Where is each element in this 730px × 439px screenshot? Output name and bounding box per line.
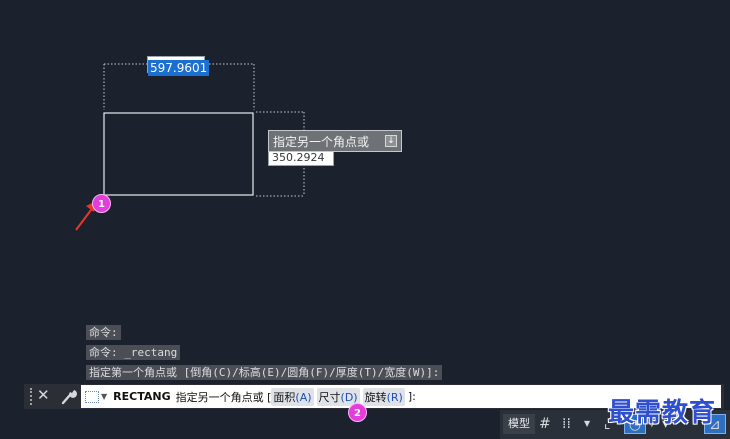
width-dynamic-input[interactable]: 597.9601 [147, 56, 210, 76]
history-line: 命令: _rectang [86, 345, 181, 360]
prompt-tooltip: 指定另一个角点或 ↓ [268, 130, 402, 152]
history-line: 命令: [86, 325, 121, 340]
width-value: 597.9601 [148, 60, 210, 76]
option-rotation[interactable]: 旋转(R) [362, 387, 405, 406]
step-badge-2: 2 [348, 403, 367, 422]
command-suffix: ]: [407, 390, 416, 403]
rectangle-command-icon [85, 390, 99, 403]
command-prompt: 指定另一个角点或 [ [175, 390, 272, 404]
close-icon[interactable]: ✕ [37, 386, 50, 404]
tooltip-text: 指定另一个角点或 [273, 134, 370, 149]
step-badge-1: 1 [92, 194, 111, 213]
history-line: 指定第一个角点或 [倒角(C)/标高(E)/圆角(F)/厚度(T)/宽度(W)]… [86, 365, 443, 380]
option-area[interactable]: 面积(A) [271, 387, 314, 406]
chevron-down-icon[interactable]: ▼ [584, 414, 594, 434]
model-tab[interactable]: 模型 [503, 414, 535, 434]
height-value: 350.2924 [272, 151, 325, 164]
wrench-icon[interactable] [60, 386, 78, 406]
watermark-logo: 最需教育 [608, 398, 717, 428]
snap-icon[interactable]: ⁞⁞ [562, 414, 580, 434]
down-arrow-icon[interactable]: ↓ [385, 135, 397, 147]
chevron-down-icon[interactable]: ▼ [101, 392, 107, 401]
drag-handle[interactable] [30, 388, 35, 405]
grid-icon[interactable]: # [539, 414, 557, 434]
command-name: RECTANG [113, 390, 171, 403]
rectangle-preview [103, 112, 254, 196]
